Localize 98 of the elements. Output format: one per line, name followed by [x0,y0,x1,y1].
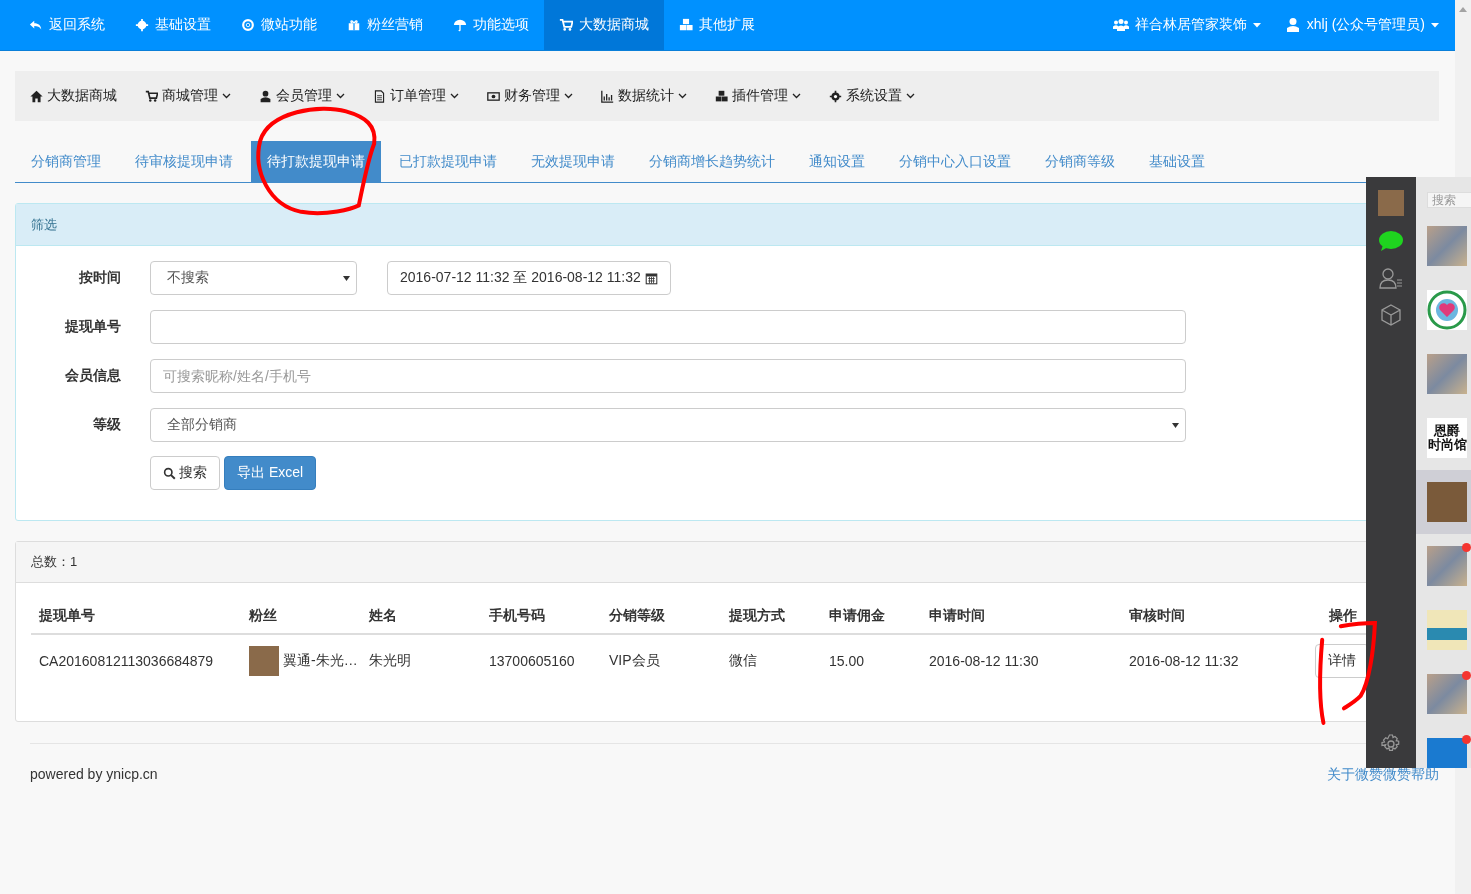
cube-icon[interactable] [1381,304,1401,326]
table-cell: CA20160812113036684879 [31,634,241,687]
caret-icon [1172,422,1179,428]
user-icon [1284,17,1301,33]
top-nav-item[interactable]: 功能选项 [438,0,544,50]
cart-icon [145,89,158,103]
unread-badge [1462,543,1471,552]
home-icon [30,89,43,103]
users-icon [1112,17,1129,33]
powered-by-text: powered by ynicp.cn [30,766,158,784]
top-nav-item[interactable]: 基础设置 [120,0,226,50]
sub-nav-item[interactable]: 财务管理 [487,87,586,105]
time-select[interactable]: 不搜索 [150,261,357,295]
caret-icon [1252,22,1261,28]
column-header: 提现单号 [31,597,241,634]
column-header: 姓名 [361,597,481,634]
tab[interactable]: 通知设置 [793,141,881,182]
column-header: 申请时间 [921,597,1121,634]
umbrella-icon [453,18,467,32]
search-field[interactable]: 搜索 [1427,192,1471,208]
tab[interactable]: 基础设置 [1133,141,1221,182]
avatar-text: 恩爵 [1434,423,1460,438]
level-select[interactable]: 全部分销商 [150,408,1186,442]
field-label: 按时间 [78,269,121,287]
column-header: 分销等级 [601,597,721,634]
settings-icon[interactable] [1381,734,1401,754]
contacts-icon[interactable] [1379,267,1403,289]
tab[interactable]: 分销商增长趋势统计 [633,141,791,182]
chevron-down-icon [336,93,345,99]
field-label: 提现单号 [64,318,121,336]
top-nav-item[interactable]: 大数据商城 [544,0,664,50]
tab[interactable]: 待打款提现申请 [251,141,381,182]
gift-icon [347,18,361,32]
table-cell: 15.00 [821,634,921,687]
export-excel-button[interactable]: 导出 Excel [224,456,317,490]
table-cell: 2016-08-12 11:30 [921,634,1121,687]
chat-bubble-icon[interactable] [1379,231,1403,252]
unread-badge [1462,671,1471,680]
chevron-down-icon [222,93,231,99]
chevron-down-icon [564,93,573,99]
table-cell: VIP会员 [601,634,721,687]
table-cell: 翼通-朱光… [283,652,358,670]
help-link[interactable]: 关于微赞微赞帮助 [1327,766,1439,784]
tab[interactable]: 无效提现申请 [515,141,631,182]
conversation-item[interactable] [1416,470,1471,534]
date-range-field[interactable]: 2016-07-12 11:32 至 2016-08-12 11:32 [387,261,671,295]
user-icon [259,89,272,103]
top-nav-item[interactable]: 其他扩展 [664,0,770,50]
cubes-icon [715,89,728,103]
search-button[interactable]: 搜索 [150,456,220,490]
top-nav-item[interactable]: 粉丝营销 [332,0,438,50]
caret-icon [1431,22,1439,28]
sub-nav-item[interactable]: 系统设置 [829,87,928,105]
bar-chart-icon [601,89,614,103]
chevron-down-icon [792,93,801,99]
field-label: 会员信息 [64,367,121,385]
sub-nav-item[interactable]: 会员管理 [259,87,358,105]
unread-badge [1462,735,1471,744]
cart-icon [559,18,573,32]
table-cell: 微信 [721,634,821,687]
top-nav-item[interactable]: 返回系统 [14,0,120,50]
lifebuoy-icon [241,18,255,32]
scroll-up-arrow-icon[interactable] [1459,6,1467,12]
chevron-down-icon [450,93,459,99]
search-icon [163,466,176,480]
sub-nav-item[interactable]: 订单管理 [373,87,472,105]
field-label: 等级 [92,416,121,434]
avatar-photo-placeholder [249,646,279,676]
chevron-down-icon [906,93,915,99]
column-header: 审核时间 [1121,597,1321,634]
calendar-icon [644,271,658,285]
table-cell: 13700605160 [481,634,601,687]
column-header: 手机号码 [481,597,601,634]
user-menu[interactable]: xhlj (公众号管理员) [1272,0,1451,50]
account-menu[interactable]: 祥合林居管家装饰 [1100,0,1273,50]
document-icon [373,89,386,103]
tab[interactable]: 分销商管理 [15,141,117,182]
tab[interactable]: 已打款提现申请 [383,141,513,182]
column-header: 申请佣金 [821,597,921,634]
avatar-text: 时尚馆 [1427,438,1467,453]
sub-nav-item[interactable]: 商城管理 [145,87,244,105]
sub-nav-item[interactable]: 插件管理 [715,87,814,105]
conversation-item[interactable]: 恩爵 时尚馆 [1416,406,1471,470]
column-header: 粉丝 [241,597,361,634]
sub-nav-item[interactable]: 数据统计 [601,87,700,105]
chevron-down-icon [678,93,687,99]
top-nav-item[interactable]: 微站功能 [226,0,332,50]
tab[interactable]: 待审核提现申请 [119,141,249,182]
column-header: 提现方式 [721,597,821,634]
member-info-field[interactable]: 可搜索昵称/姓名/手机号 [150,359,1186,393]
sub-nav-item[interactable]: 大数据商城 [30,87,130,105]
order-number-field[interactable] [150,310,1186,344]
table-cell: 朱光明 [361,634,481,687]
banknote-icon [487,89,500,103]
tab[interactable]: 分销中心入口设置 [883,141,1027,182]
cubes-icon [679,18,693,32]
caret-icon [343,275,350,281]
tab[interactable]: 分销商等级 [1029,141,1131,182]
